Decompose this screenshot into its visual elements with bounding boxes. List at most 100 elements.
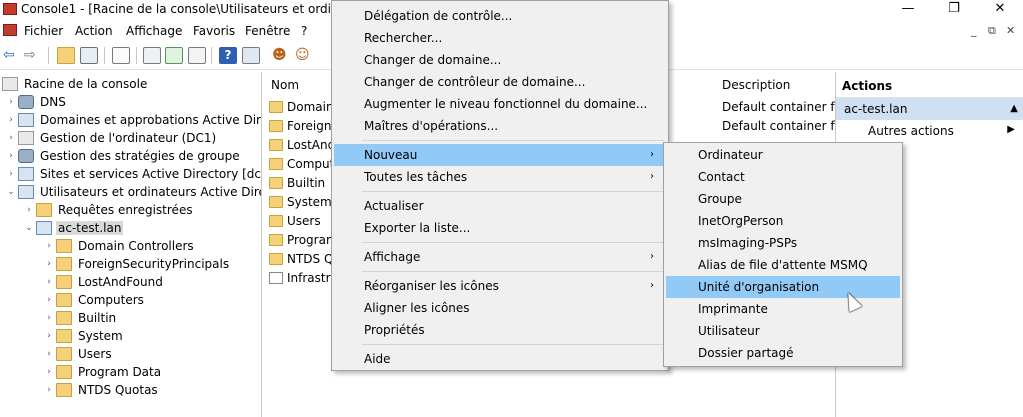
tree-item-lost-and-found[interactable]: › LostAndFound [42,273,165,291]
submenu-item-organizational-unit[interactable]: Unité d'organisation [666,276,900,298]
submenu-item-shared-folder[interactable]: Dossier partagé [666,342,900,364]
menu-favoris[interactable]: Favoris [193,24,235,38]
menu-item-raise-level[interactable]: Augmenter le niveau fonctionnel du domai… [334,93,666,115]
expand-arrow-icon[interactable]: › [42,367,56,377]
list-item[interactable]: System [269,193,332,211]
folder-icon [269,139,283,151]
submenu-item-group[interactable]: Groupe [666,188,900,210]
tree-item-domains-trusts[interactable]: › Domaines et approbations Active Direct… [4,111,261,129]
submenu-item-printer[interactable]: Imprimante [666,298,900,320]
close-button[interactable]: ✕ [977,0,1023,20]
mdi-restore-button[interactable]: ⧉ [988,24,996,38]
submenu-item-inetorgperson[interactable]: InetOrgPerson [666,210,900,232]
tree-item-sites-services[interactable]: › Sites et services Active Directory [dc… [4,165,261,183]
mmc-app-icon[interactable] [3,3,17,15]
mdi-close-button[interactable]: ✕ [1006,24,1015,37]
menu-help[interactable]: ? [301,24,307,38]
tree-item-builtin[interactable]: › Builtin [42,309,118,327]
menu-fichier[interactable]: Fichier [24,24,63,38]
dns-icon [18,95,34,109]
expand-arrow-icon[interactable]: › [4,169,18,179]
expand-arrow-icon[interactable]: › [42,313,56,323]
column-header-name[interactable]: Nom [271,78,299,98]
tree-item-foreign-security-principals[interactable]: › ForeignSecurityPrincipals [42,255,231,273]
menu-action[interactable]: Action [75,24,113,38]
tree-item-computer-management[interactable]: › Gestion de l'ordinateur (DC1) [4,129,218,147]
menu-item-view[interactable]: Affichage › [334,246,666,268]
expand-arrow-icon[interactable]: › [42,295,56,305]
expand-arrow-icon[interactable]: › [4,97,18,107]
menu-item-delegation[interactable]: Délégation de contrôle... [334,5,666,27]
console-menu-icon[interactable] [3,24,17,36]
help-icon[interactable]: ? [219,47,237,64]
menu-item-change-dc[interactable]: Changer de contrôleur de domaine... [334,71,666,93]
folder-icon [269,234,283,246]
menu-item-properties[interactable]: Propriétés [334,319,666,341]
menu-item-line-up-icons[interactable]: Aligner les icônes [334,297,666,319]
tree-item-program-data[interactable]: › Program Data [42,363,163,381]
menu-item-arrange-icons[interactable]: Réorganiser les icônes › [334,275,666,297]
back-icon[interactable]: ⇦ [3,47,21,64]
expand-arrow-icon[interactable]: › [42,259,56,269]
user-icon[interactable]: ☻ [272,47,290,64]
collapse-up-icon[interactable]: ▲ [1010,98,1018,120]
column-header-description[interactable]: Description [722,78,790,98]
tree-item-system[interactable]: › System [42,327,125,345]
export-icon[interactable] [188,47,206,64]
submenu-item-computer[interactable]: Ordinateur [666,144,900,166]
menu-item-change-domain[interactable]: Changer de domaine... [334,49,666,71]
maximize-button[interactable]: ❐ [931,0,977,20]
more-actions-item[interactable]: Autres actions [868,124,954,138]
clipboard-icon[interactable] [112,47,130,64]
properties-icon[interactable] [143,47,161,64]
menu-item-help[interactable]: Aide [334,348,666,370]
tree-item-saved-queries[interactable]: › Requêtes enregistrées [22,201,195,219]
menu-item-search[interactable]: Rechercher... [334,27,666,49]
tree-item-domain-controllers[interactable]: › Domain Controllers [42,237,196,255]
menu-item-operations-masters[interactable]: Maîtres d'opérations... [334,115,666,137]
expand-arrow-icon[interactable]: › [42,277,56,287]
tree-item-users[interactable]: › Users [42,345,114,363]
expand-arrow-icon[interactable]: › [22,205,36,215]
tree-item-group-policy[interactable]: › Gestion des stratégies de groupe [4,147,242,165]
tree-item-domain[interactable]: ⌄ ac-test.lan [22,219,124,237]
collapse-arrow-icon[interactable]: ⌄ [4,187,18,197]
actions-section-header[interactable]: ac-test.lan ▲ [836,98,1023,120]
list-item[interactable]: Users [269,212,321,230]
list-item[interactable]: Builtin [269,174,325,192]
submenu-item-contact[interactable]: Contact [666,166,900,188]
forward-icon[interactable]: ⇨ [24,47,42,64]
expand-arrow-icon[interactable]: › [4,133,18,143]
expand-arrow-icon[interactable]: › [42,331,56,341]
expand-arrow-icon[interactable]: › [42,385,56,395]
up-folder-icon[interactable] [57,47,75,64]
expand-arrow-icon[interactable]: › [42,349,56,359]
menu-item-refresh[interactable]: Actualiser [334,195,666,217]
tree-item-ad-users-computers[interactable]: ⌄ Utilisateurs et ordinateurs Active Dir… [4,183,261,201]
tree-item-ntds-quotas[interactable]: › NTDS Quotas [42,381,160,399]
show-hide-tree-icon[interactable] [80,47,98,64]
submenu-arrow-icon: › [650,280,654,291]
minimize-button[interactable]: — [885,0,931,20]
refresh-icon[interactable] [165,47,183,64]
folder-icon [56,275,72,289]
mdi-minimize-button[interactable]: _ [971,24,977,37]
details-icon[interactable] [242,47,260,64]
menu-separator [362,191,664,192]
expand-arrow-icon[interactable]: › [4,151,18,161]
collapse-arrow-icon[interactable]: ⌄ [22,223,36,233]
expand-arrow-icon[interactable]: › [42,241,56,251]
group-icon[interactable]: ☺ [295,47,313,64]
menu-item-export-list[interactable]: Exporter la liste... [334,217,666,239]
submenu-item-msmq-alias[interactable]: Alias de file d'attente MSMQ [666,254,900,276]
submenu-item-msimaging-psps[interactable]: msImaging-PSPs [666,232,900,254]
menu-affichage[interactable]: Affichage [126,24,182,38]
expand-arrow-icon[interactable]: › [4,115,18,125]
menu-item-new[interactable]: Nouveau › [334,144,666,166]
menu-fenetre[interactable]: Fenêtre [245,24,290,38]
tree-item-dns[interactable]: › DNS [4,93,68,111]
tree-root[interactable]: Racine de la console [2,75,149,93]
menu-item-all-tasks[interactable]: Toutes les tâches › [334,166,666,188]
submenu-item-user[interactable]: Utilisateur [666,320,900,342]
tree-item-computers[interactable]: › Computers [42,291,146,309]
